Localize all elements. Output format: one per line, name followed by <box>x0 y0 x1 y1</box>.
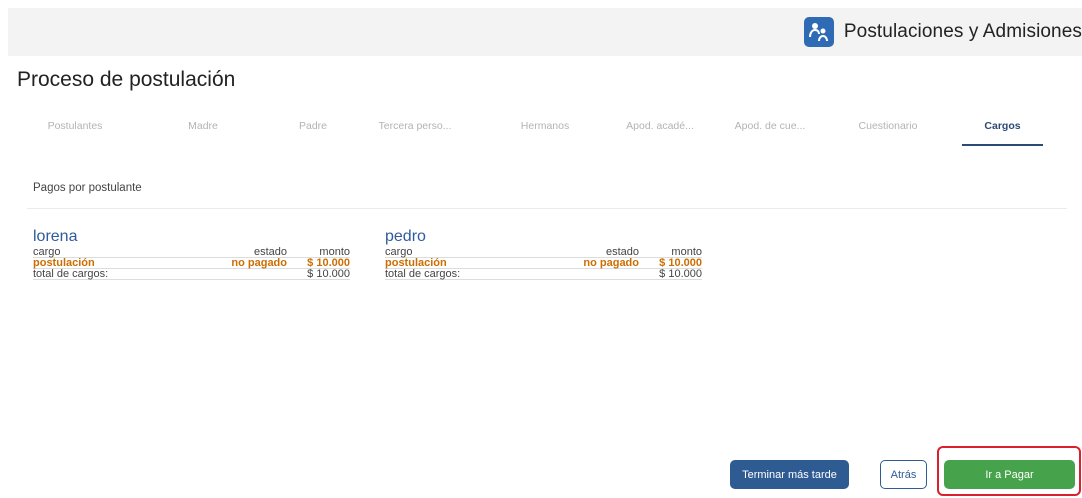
back-button[interactable]: Atrás <box>880 460 927 489</box>
total-label: total de cargos: <box>33 268 109 280</box>
total-row: total de cargos: $ 10.000 <box>385 269 702 280</box>
section-label: Pagos por postulante <box>33 182 142 194</box>
top-bar: Postulaciones y Admisiones <box>8 8 1082 56</box>
finish-later-button[interactable]: Terminar más tarde <box>730 460 849 489</box>
charge-card-lorena: lorena cargo estado monto postulación no… <box>33 228 350 280</box>
brand: Postulaciones y Admisiones <box>803 8 1082 56</box>
tab-tercera-persona[interactable]: Tercera perso... <box>370 110 460 146</box>
total-amount: $ 10.000 <box>659 268 702 280</box>
divider <box>27 208 1067 209</box>
tab-apoderado-cuenta[interactable]: Apod. de cue... <box>725 110 815 146</box>
total-label: total de cargos: <box>385 268 461 280</box>
tab-padre[interactable]: Padre <box>278 110 348 146</box>
charge-status: no pagado <box>231 257 287 269</box>
tab-postulantes[interactable]: Postulantes <box>40 110 110 146</box>
page-title: Proceso de postulación <box>17 68 236 91</box>
tab-cuestionario[interactable]: Cuestionario <box>848 110 928 146</box>
go-to-pay-button[interactable]: Ir a Pagar <box>944 460 1075 489</box>
total-amount: $ 10.000 <box>307 268 350 280</box>
total-row: total de cargos: $ 10.000 <box>33 269 350 280</box>
family-icon <box>803 17 834 47</box>
tab-cargos[interactable]: Cargos <box>962 110 1043 146</box>
charge-status: no pagado <box>583 257 639 269</box>
app-title: Postulaciones y Admisiones <box>843 21 1082 42</box>
applicant-name: pedro <box>385 228 426 245</box>
tab-apoderado-academico[interactable]: Apod. acadé... <box>615 110 705 146</box>
tab-bar: Postulantes Madre Padre Tercera perso...… <box>40 110 1082 146</box>
tab-madre[interactable]: Madre <box>168 110 238 146</box>
charge-card-pedro: pedro cargo estado monto postulación no … <box>385 228 702 280</box>
applicant-name: lorena <box>33 228 78 245</box>
tab-hermanos[interactable]: Hermanos <box>505 110 585 146</box>
